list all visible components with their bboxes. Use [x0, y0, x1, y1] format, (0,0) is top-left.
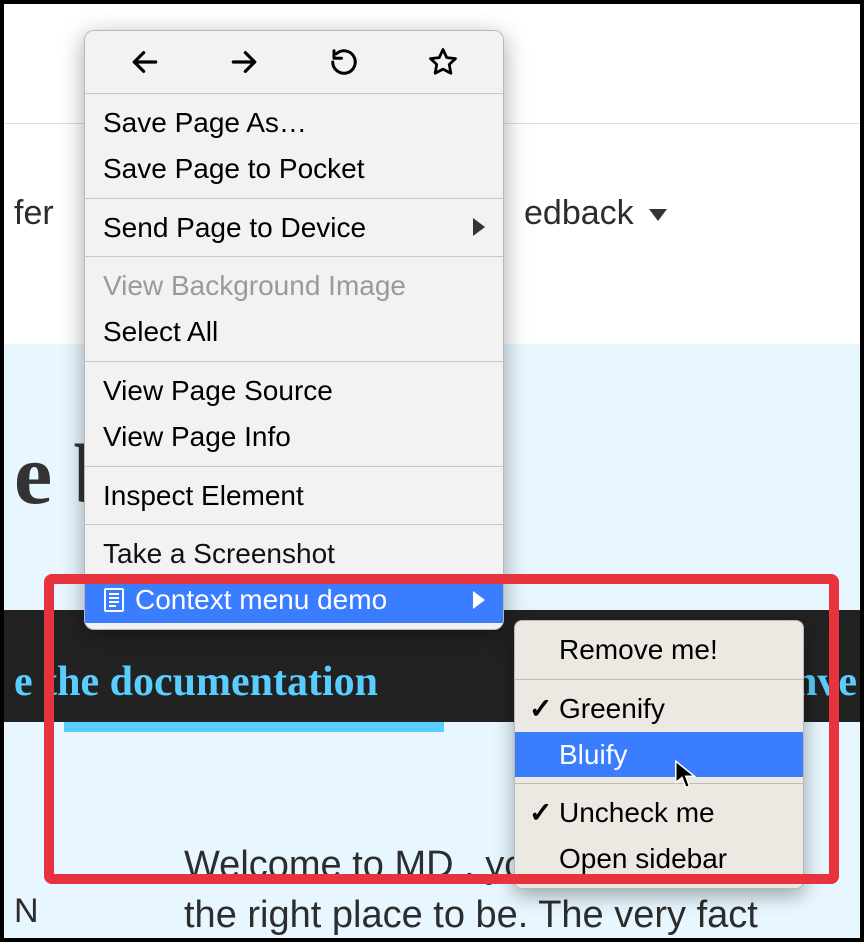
- reload-icon[interactable]: [327, 45, 361, 79]
- menu-group-save: Save Page As… Save Page to Pocket: [85, 94, 503, 198]
- menu-item-select-all[interactable]: Select All: [85, 309, 503, 355]
- submenu-item-greenify[interactable]: ✓ Greenify: [515, 686, 803, 732]
- link-underline: [64, 722, 444, 732]
- submenu-item-remove-me[interactable]: Remove me!: [515, 627, 803, 673]
- menu-item-view-bg-image: View Background Image: [85, 263, 503, 309]
- menu-group-inspect: Inspect Element: [85, 467, 503, 525]
- checkmark-icon: ✓: [529, 794, 552, 832]
- submenu-group-misc: ✓ Uncheck me Open sidebar: [515, 784, 803, 888]
- submenu-item-bluify[interactable]: Bluify: [515, 732, 803, 778]
- menu-item-send-to-device[interactable]: Send Page to Device: [85, 205, 503, 251]
- menu-item-save-to-pocket[interactable]: Save Page to Pocket: [85, 146, 503, 192]
- submenu-group-remove: Remove me!: [515, 621, 803, 679]
- menu-group-view-bg: View Background Image Select All: [85, 257, 503, 361]
- submenu-arrow-icon: [473, 591, 485, 609]
- nav-fragment-left: fer: [14, 194, 54, 233]
- menu-group-send: Send Page to Device: [85, 199, 503, 257]
- forward-icon[interactable]: [227, 45, 261, 79]
- dropdown-caret-icon: [649, 209, 667, 221]
- menu-group-source: View Page Source View Page Info: [85, 362, 503, 466]
- menu-item-view-page-info[interactable]: View Page Info: [85, 414, 503, 460]
- context-menu-toolbar: [85, 31, 503, 93]
- menu-item-take-screenshot[interactable]: Take a Screenshot: [85, 531, 503, 577]
- submenu-group-color: ✓ Greenify Bluify: [515, 680, 803, 784]
- back-icon[interactable]: [128, 45, 162, 79]
- menu-item-view-page-source[interactable]: View Page Source: [85, 368, 503, 414]
- body-text-line2: the right place to be. The very fact: [184, 894, 758, 937]
- checkmark-icon: ✓: [529, 690, 552, 728]
- menu-item-save-page-as[interactable]: Save Page As…: [85, 100, 503, 146]
- on-fragment: N: [14, 892, 39, 931]
- menu-group-extension: Take a Screenshot Context menu demo: [85, 525, 503, 629]
- documentation-link[interactable]: e the documentation: [14, 658, 378, 706]
- context-menu: Save Page As… Save Page to Pocket Send P…: [84, 30, 504, 630]
- submenu-arrow-icon: [473, 218, 485, 236]
- context-submenu: Remove me! ✓ Greenify Bluify ✓ Uncheck m…: [514, 620, 804, 889]
- menu-item-inspect-element[interactable]: Inspect Element: [85, 473, 503, 519]
- bookmark-star-icon[interactable]: [426, 45, 460, 79]
- submenu-item-uncheck-me[interactable]: ✓ Uncheck me: [515, 790, 803, 836]
- submenu-item-open-sidebar[interactable]: Open sidebar: [515, 836, 803, 882]
- document-icon: [103, 587, 125, 613]
- nav-fragment-right[interactable]: edback: [524, 194, 667, 233]
- menu-item-context-menu-demo[interactable]: Context menu demo: [85, 577, 503, 623]
